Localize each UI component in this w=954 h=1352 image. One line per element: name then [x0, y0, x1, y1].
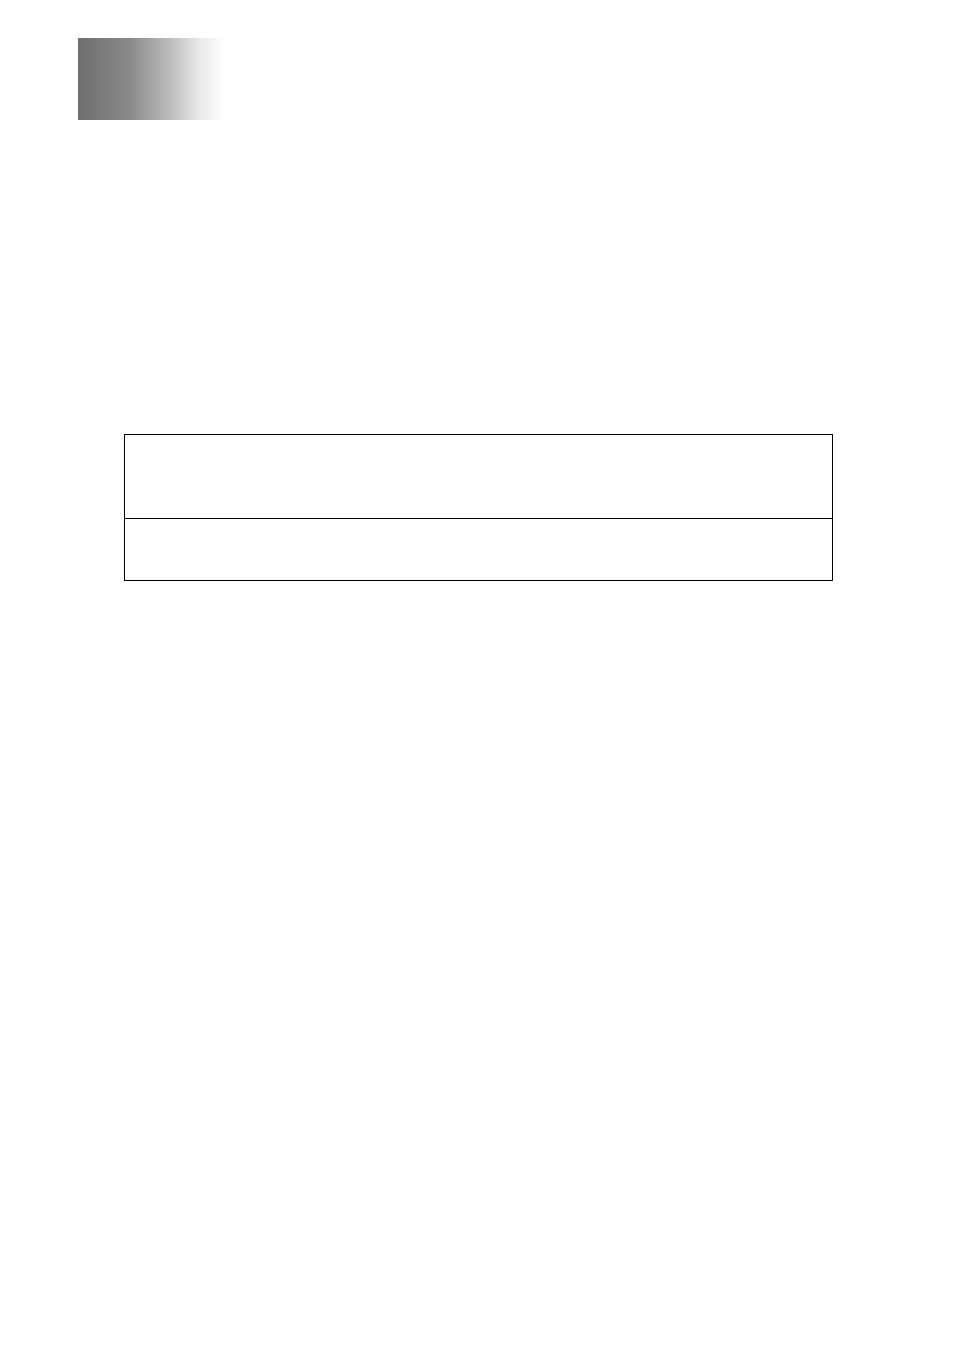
table-row: [125, 435, 832, 519]
table-container: [124, 434, 833, 581]
table-row: [125, 519, 832, 580]
gradient-decorative-box: [78, 38, 226, 120]
